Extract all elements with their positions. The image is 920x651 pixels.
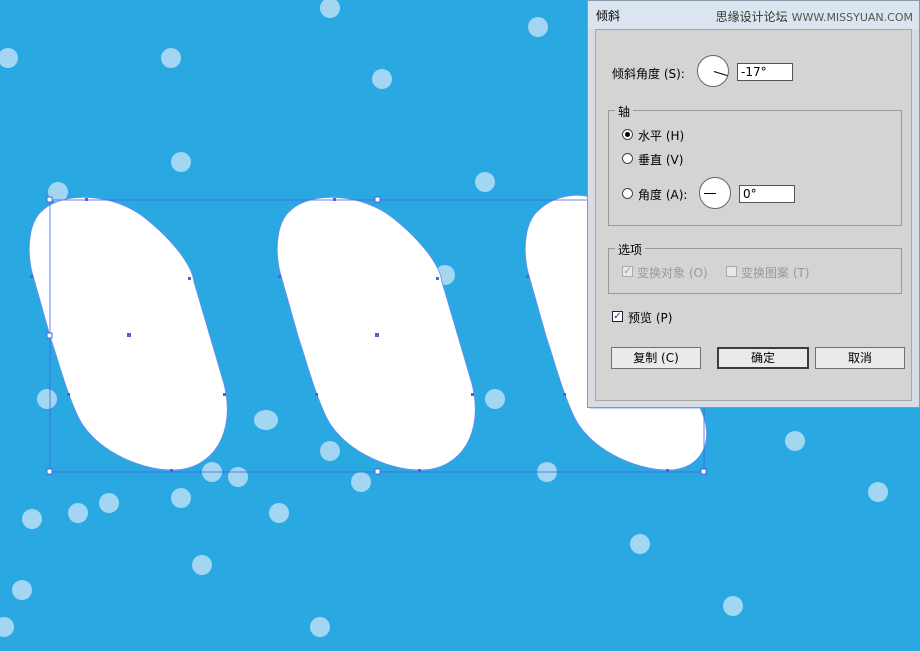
preview-checkbox[interactable]: ✓ [612, 311, 623, 322]
shear-angle-label: 倾斜角度 (S): [612, 67, 685, 81]
axis-vertical-radio[interactable] [622, 153, 633, 164]
shear-angle-input[interactable] [737, 63, 793, 81]
axis-horizontal-label[interactable]: 水平 (H) [638, 127, 684, 144]
options-legend: 选项 [615, 241, 646, 258]
axis-horizontal-radio[interactable] [622, 129, 633, 140]
axis-vertical-label[interactable]: 垂直 (V) [638, 151, 683, 168]
transform-patterns-checkbox[interactable] [726, 266, 737, 277]
watermark-site-name: 思缘设计论坛 [715, 10, 788, 24]
watermark-url: WWW.MISSYUAN.COM [791, 11, 913, 24]
dialog-title: 倾斜 [596, 9, 621, 23]
dialog-body: 倾斜角度 (S): 轴 水平 (H) 垂直 (V) 角度 (A): 选项 ✓ 变… [595, 29, 912, 401]
axis-angle-label[interactable]: 角度 (A): [638, 186, 687, 203]
axis-angle-dial[interactable] [699, 177, 731, 209]
watermark: 思缘设计论坛 WWW.MISSYUAN.COM [716, 8, 913, 25]
cancel-button[interactable]: 取消 [815, 347, 905, 369]
transform-objects-checkbox[interactable]: ✓ [622, 266, 633, 277]
shear-angle-needle [713, 71, 728, 77]
copy-button[interactable]: 复制 (C) [611, 347, 701, 369]
dialog-titlebar[interactable]: 倾斜 思缘设计论坛 WWW.MISSYUAN.COM [588, 1, 919, 29]
transform-objects-label[interactable]: 变换对象 (O) [637, 264, 708, 281]
axis-angle-needle [704, 193, 716, 194]
axis-legend: 轴 [615, 103, 634, 120]
shear-angle-dial[interactable] [697, 55, 729, 87]
preview-label[interactable]: 预览 (P) [628, 309, 672, 326]
ok-button[interactable]: 确定 [717, 347, 809, 369]
axis-angle-input[interactable] [739, 185, 795, 203]
shear-dialog: 倾斜 思缘设计论坛WWW.MISSYUAN.COM 倾斜角度 (S): 轴 水平… [587, 0, 920, 408]
axis-angle-radio[interactable] [622, 188, 633, 199]
transform-patterns-label[interactable]: 变换图案 (T) [741, 264, 810, 281]
